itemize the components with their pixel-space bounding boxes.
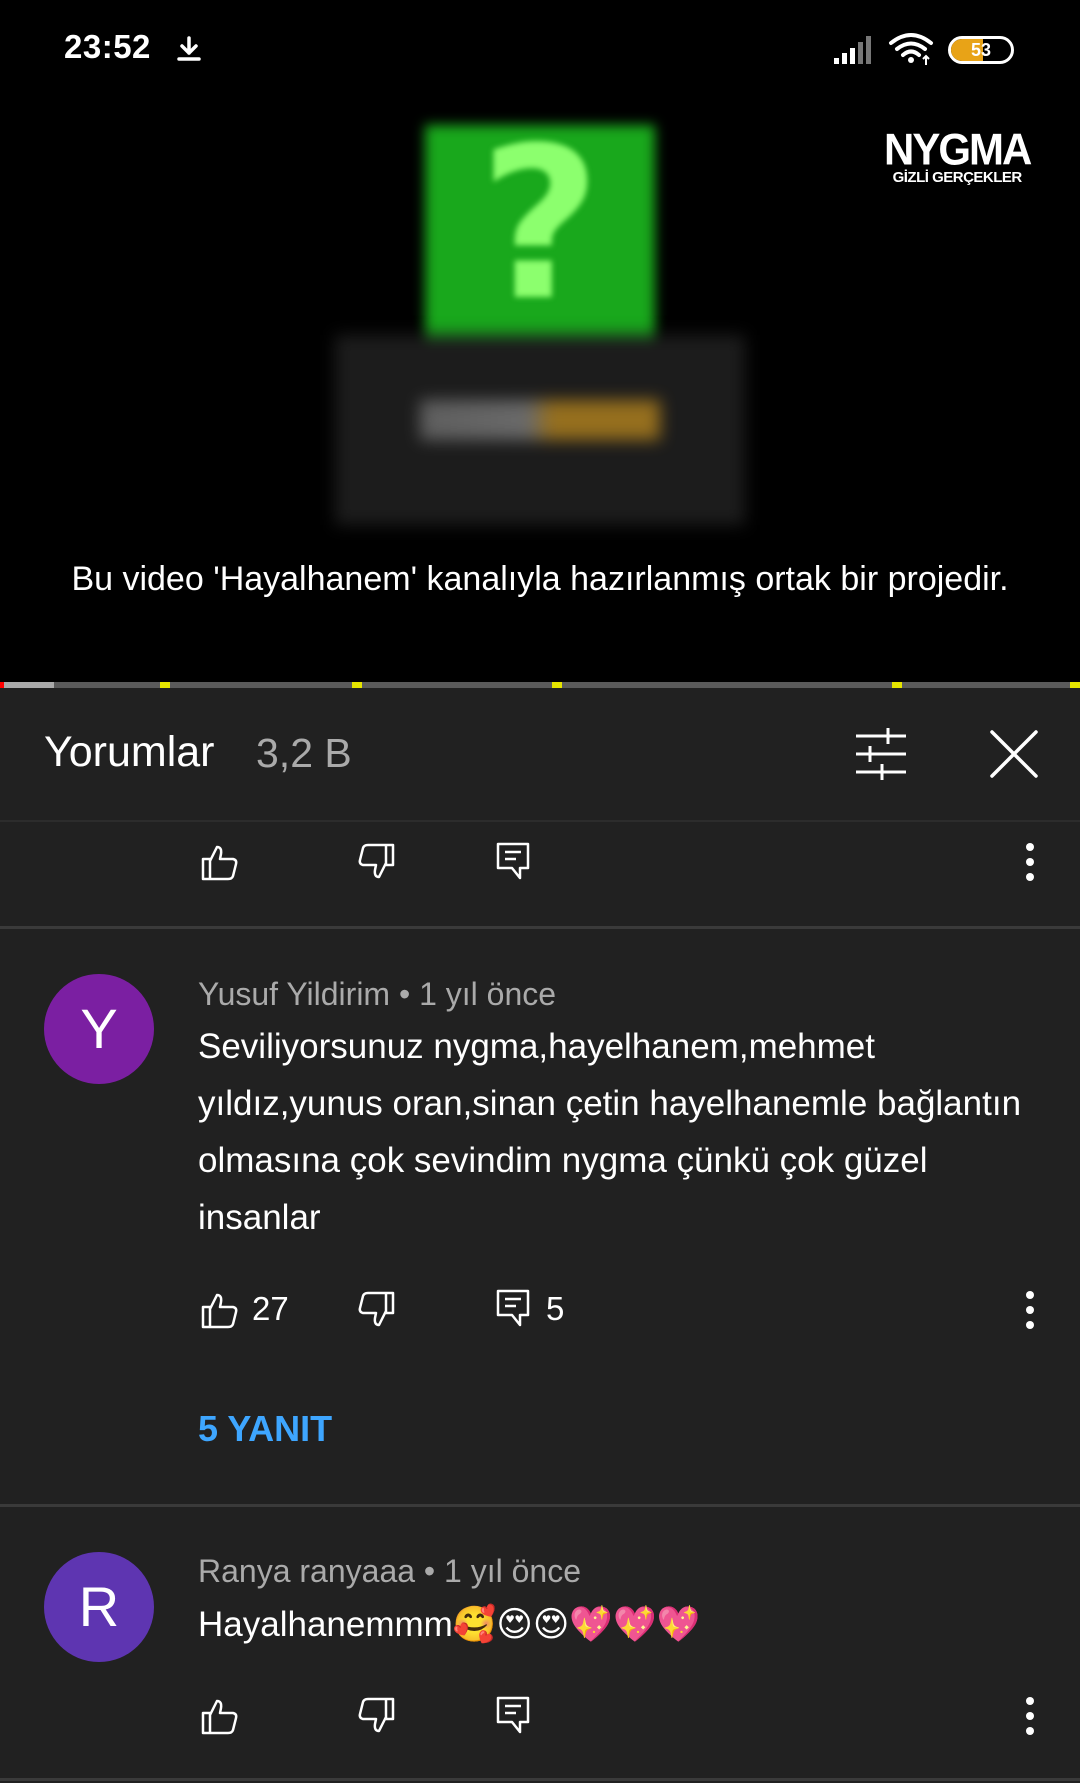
more-icon[interactable] <box>1024 842 1036 882</box>
status-bar: 23:52 53 <box>0 0 1080 100</box>
comments-title: Yorumlar <box>44 728 215 776</box>
like-icon[interactable] <box>200 1696 240 1736</box>
comment-divider <box>0 926 1080 929</box>
comment-meta: Ranya ranyaaa • 1 yıl önce <box>198 1553 581 1590</box>
video-caption: Bu video 'Hayalhanem' kanalıyla hazırlan… <box>71 560 1009 598</box>
avatar[interactable]: Y <box>44 974 154 1084</box>
status-time: 23:52 <box>64 28 151 65</box>
wifi-icon <box>889 33 933 65</box>
comments-header: Yorumlar 3,2 B <box>0 688 1080 822</box>
reply-icon[interactable] <box>494 1287 534 1327</box>
close-icon[interactable] <box>986 726 1042 782</box>
reply-count: 5 <box>546 1290 565 1327</box>
dislike-icon[interactable] <box>356 842 396 882</box>
more-icon[interactable] <box>1024 1696 1036 1736</box>
dislike-icon[interactable] <box>356 1696 396 1736</box>
comment-divider <box>0 1778 1080 1781</box>
battery-percent: 53 <box>970 40 992 60</box>
comment-meta: Yusuf Yildirim • 1 yıl önce <box>198 976 556 1013</box>
comment-text: Seviliyorsunuz nygma,hayelhanem,mehmet y… <box>198 1027 1022 1237</box>
video-blurred-logo <box>420 400 660 440</box>
video-player[interactable]: ? NYGMA GİZLİ GERÇEKLER Bu video 'Hayalh… <box>0 100 1080 682</box>
channel-watermark: NYGMA GİZLİ GERÇEKLER <box>884 124 1032 186</box>
comment-text: Hayalhanemmm🥰😍😍💖💖💖 <box>198 1605 701 1644</box>
meta-separator: • <box>398 976 411 1012</box>
comment-author[interactable]: Yusuf Yildirim <box>198 976 390 1012</box>
view-replies-button[interactable]: 5 YANIT <box>198 1408 332 1450</box>
comment-divider <box>0 1504 1080 1507</box>
avatar[interactable]: R <box>44 1552 154 1662</box>
more-icon[interactable] <box>1024 1290 1036 1330</box>
comment-age: 1 yıl önce <box>419 976 557 1012</box>
comment-author[interactable]: Ranya ranyaaa <box>198 1553 415 1589</box>
dislike-icon[interactable] <box>356 1290 396 1330</box>
question-mark-icon: ? <box>479 102 601 347</box>
comments-count: 3,2 B <box>256 730 352 776</box>
reply-icon[interactable] <box>494 1694 534 1734</box>
battery-icon: 53 <box>948 36 1014 64</box>
download-icon <box>177 36 201 61</box>
watermark-name: NYGMA <box>884 124 1032 175</box>
like-icon[interactable] <box>200 842 240 882</box>
like-icon[interactable] <box>200 1290 240 1330</box>
signal-icon <box>834 36 871 64</box>
like-count: 27 <box>252 1290 289 1327</box>
comment-age: 1 yıl önce <box>444 1553 581 1589</box>
filter-icon[interactable] <box>852 726 910 782</box>
meta-separator: • <box>423 1553 436 1589</box>
reply-icon[interactable] <box>494 840 534 880</box>
